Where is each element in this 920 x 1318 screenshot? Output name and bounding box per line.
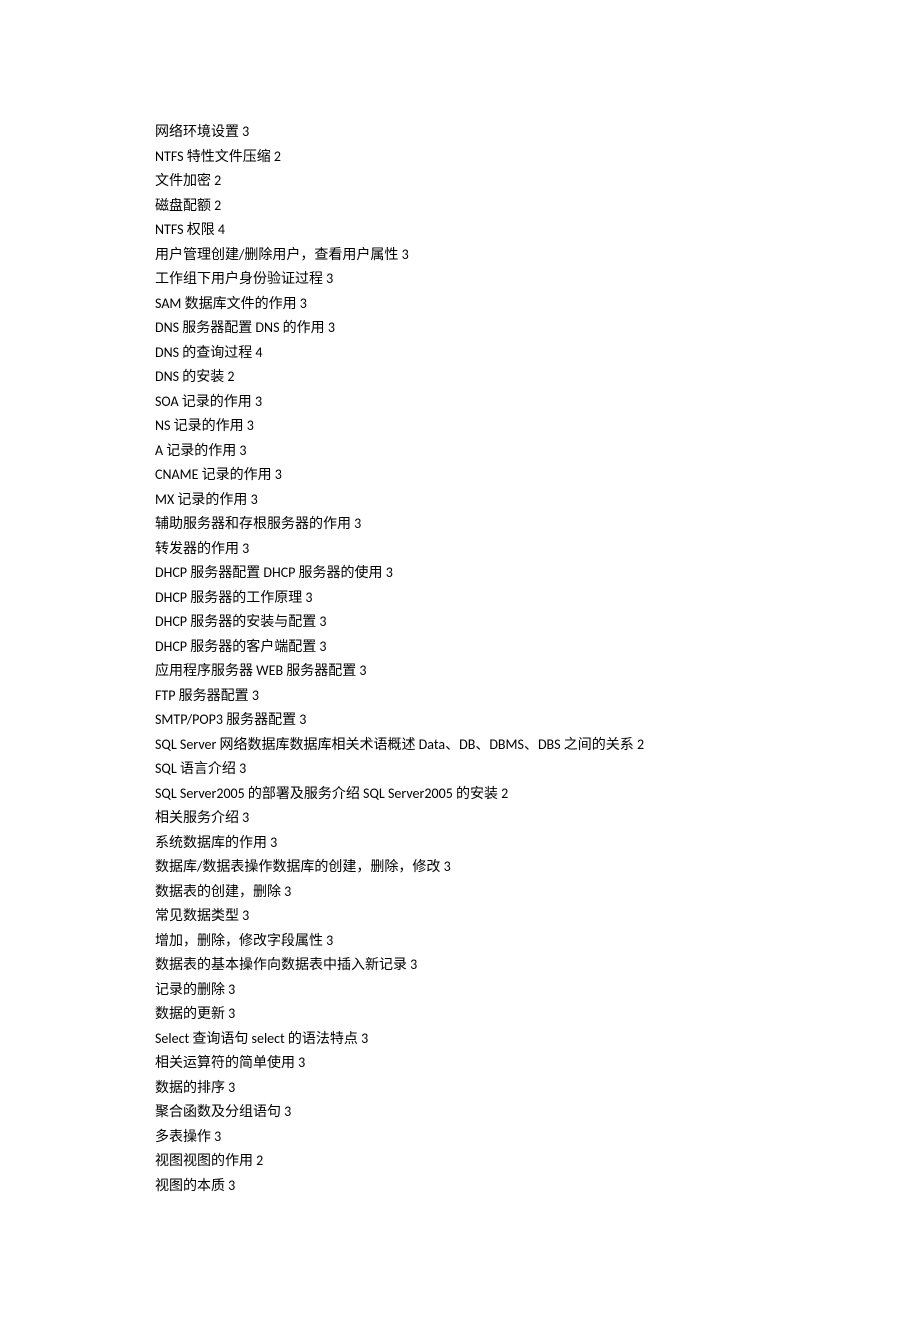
text-line: 聚合函数及分组语句 3 (155, 1100, 765, 1125)
text-line: 视图的本质 3 (155, 1174, 765, 1199)
text-line: SQL 语言介绍 3 (155, 757, 765, 782)
text-line: FTP 服务器配置 3 (155, 684, 765, 709)
text-line: 系统数据库的作用 3 (155, 831, 765, 856)
text-line: 转发器的作用 3 (155, 537, 765, 562)
text-line: 记录的删除 3 (155, 978, 765, 1003)
document-body: 网络环境设置 3NTFS 特性文件压缩 2文件加密 2磁盘配额 2NTFS 权限… (155, 120, 765, 1198)
text-line: 工作组下用户身份验证过程 3 (155, 267, 765, 292)
text-line: 相关服务介绍 3 (155, 806, 765, 831)
text-line: 常见数据类型 3 (155, 904, 765, 929)
text-line: 用户管理创建/删除用户，查看用户属性 3 (155, 243, 765, 268)
text-line: SMTP/POP3 服务器配置 3 (155, 708, 765, 733)
text-line: SQL Server 网络数据库数据库相关术语概述 Data、DB、DBMS、D… (155, 733, 765, 758)
text-line: SQL Server2005 的部署及服务介绍 SQL Server2005 的… (155, 782, 765, 807)
text-line: DHCP 服务器配置 DHCP 服务器的使用 3 (155, 561, 765, 586)
text-line: 多表操作 3 (155, 1125, 765, 1150)
text-line: A 记录的作用 3 (155, 439, 765, 464)
text-line: DHCP 服务器的安装与配置 3 (155, 610, 765, 635)
text-line: 数据表的基本操作向数据表中插入新记录 3 (155, 953, 765, 978)
text-line: Select 查询语句 select 的语法特点 3 (155, 1027, 765, 1052)
text-line: CNAME 记录的作用 3 (155, 463, 765, 488)
text-line: 数据表的创建，删除 3 (155, 880, 765, 905)
text-line: 数据库/数据表操作数据库的创建，删除，修改 3 (155, 855, 765, 880)
text-line: 文件加密 2 (155, 169, 765, 194)
text-line: DNS 服务器配置 DNS 的作用 3 (155, 316, 765, 341)
text-line: DNS 的查询过程 4 (155, 341, 765, 366)
text-line: 网络环境设置 3 (155, 120, 765, 145)
text-line: NTFS 特性文件压缩 2 (155, 145, 765, 170)
text-line: 应用程序服务器 WEB 服务器配置 3 (155, 659, 765, 684)
text-line: SAM 数据库文件的作用 3 (155, 292, 765, 317)
text-line: NS 记录的作用 3 (155, 414, 765, 439)
text-line: 数据的更新 3 (155, 1002, 765, 1027)
text-line: 辅助服务器和存根服务器的作用 3 (155, 512, 765, 537)
text-line: DHCP 服务器的客户端配置 3 (155, 635, 765, 660)
text-line: 数据的排序 3 (155, 1076, 765, 1101)
text-line: 磁盘配额 2 (155, 194, 765, 219)
text-line: MX 记录的作用 3 (155, 488, 765, 513)
text-line: NTFS 权限 4 (155, 218, 765, 243)
text-line: DHCP 服务器的工作原理 3 (155, 586, 765, 611)
text-line: 增加，删除，修改字段属性 3 (155, 929, 765, 954)
text-line: 视图视图的作用 2 (155, 1149, 765, 1174)
text-line: 相关运算符的简单使用 3 (155, 1051, 765, 1076)
text-line: SOA 记录的作用 3 (155, 390, 765, 415)
text-line: DNS 的安装 2 (155, 365, 765, 390)
